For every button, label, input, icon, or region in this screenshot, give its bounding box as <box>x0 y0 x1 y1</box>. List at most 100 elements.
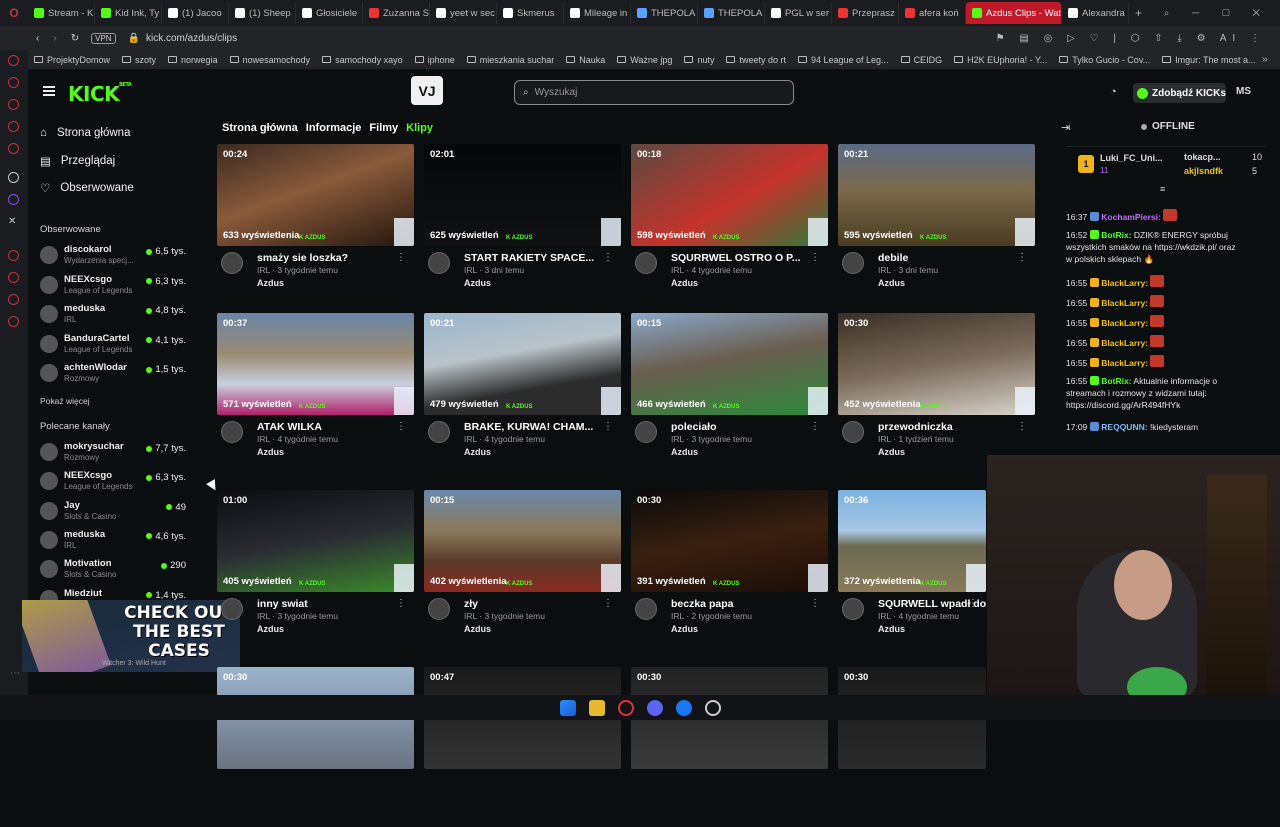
clip-card[interactable]: 00:37 571 wyświetleń K AZDUS ATAK WILKA IRL … <box>217 313 414 473</box>
sidebar-channel[interactable]: Motivation Slots & Casino 290 <box>40 557 190 583</box>
clip-avatar[interactable] <box>428 598 450 620</box>
sidebar-channel[interactable]: NEEXcsgo League of Legends 6,3 tys. <box>40 273 190 299</box>
bookmark[interactable]: H2K EUphoria! - Y... <box>954 55 1047 65</box>
start-icon[interactable] <box>559 699 576 716</box>
clip-title[interactable]: poleciało <box>671 421 821 433</box>
chat-username[interactable]: BotRix: <box>1101 230 1131 240</box>
clip-card[interactable]: 02:01 625 wyświetleń K AZDUS START RAKIETY … <box>424 144 621 304</box>
top-gifter-name[interactable]: tokacp... <box>1184 152 1221 162</box>
browser-tab[interactable]: afera koń <box>899 2 966 24</box>
search-input[interactable]: ⌕ Wyszukaj <box>514 80 794 105</box>
clip-card[interactable]: 00:30 <box>838 667 986 827</box>
window-controls[interactable]: ⌕ ─ ▢ ✕ <box>1164 8 1270 19</box>
x-icon[interactable]: ✕ <box>8 216 16 227</box>
settings-icon[interactable] <box>8 316 19 327</box>
clip-title[interactable]: inny swiat <box>257 598 407 610</box>
clip-channel[interactable]: Azdus <box>878 278 905 288</box>
expand-icon[interactable]: ≡ <box>1160 184 1165 194</box>
browser-tab[interactable]: Głosiciele <box>296 2 363 24</box>
clip-thumbnail[interactable]: 01:00 405 wyświetleń K AZDUS <box>217 490 414 592</box>
chat-username[interactable]: BlackLarry: <box>1101 298 1148 308</box>
bookmark[interactable]: Tylko Gucio - Cov... <box>1059 55 1150 65</box>
bookmark[interactable]: tweety do rt <box>726 55 786 65</box>
clip-card[interactable]: 00:15 466 wyświetleń K AZDUS poleciało IRL ·… <box>631 313 828 473</box>
clip-channel[interactable]: Azdus <box>257 447 284 457</box>
more-options-icon[interactable]: ⋮ <box>1017 421 1027 432</box>
more-options-icon[interactable]: ⋮ <box>603 252 613 263</box>
sidebar-channel[interactable]: mokrysuchar Rozmowy 7,7 tys. <box>40 440 190 466</box>
browser-tab[interactable]: Mileage in <box>564 2 631 24</box>
sidebar-icon[interactable] <box>8 172 19 183</box>
kick-logo[interactable]: KICKBETA <box>68 82 132 106</box>
url-input[interactable]: kick.com/azdus/clips <box>146 33 237 44</box>
clip-card[interactable]: 00:36 372 wyświetlenia K AZDUS SQURWELL wpa… <box>838 490 993 650</box>
ad-banner[interactable]: CHECK OUT THE BEST CASES Witcher 3: Wild… <box>22 600 240 672</box>
clip-card[interactable]: 00:18 598 wyświetleń K AZDUS SQURRWEL OSTRO… <box>631 144 828 304</box>
bookmark[interactable]: Imgur: The most a... <box>1162 55 1256 65</box>
facebook-icon[interactable] <box>675 699 692 716</box>
back-icon[interactable]: ‹ <box>36 33 39 44</box>
clip-channel[interactable]: Azdus <box>464 624 491 634</box>
leader-name[interactable]: Luki_FC_Uni... <box>1100 153 1163 163</box>
browser-tab[interactable]: (1) Sheep <box>229 2 296 24</box>
more-options-icon[interactable]: ⋮ <box>603 421 613 432</box>
chat-username[interactable]: BlackLarry: <box>1101 318 1148 328</box>
bookmark[interactable]: 94 League of Leg... <box>797 55 889 65</box>
more-options-icon[interactable]: ⋮ <box>810 252 820 263</box>
bookmark[interactable]: mieszkania suchar <box>466 55 554 65</box>
sidebar-channel[interactable]: achtenWlodar Rozmowy 1,5 tys. <box>40 361 190 387</box>
bookmark[interactable]: Ważne jpg <box>617 55 672 65</box>
browser-menu-icon[interactable]: O <box>0 0 28 26</box>
bookmark[interactable]: ProjektyDomow <box>34 55 110 65</box>
browser-tab[interactable]: Kid Ink, Ty <box>95 2 162 24</box>
sidebar-icon[interactable] <box>8 77 19 88</box>
menu-icon[interactable] <box>43 86 55 96</box>
discord-icon[interactable] <box>646 699 663 716</box>
clip-title[interactable]: smaży sie loszka? <box>257 252 407 264</box>
bookmark[interactable]: Nauka <box>566 55 605 65</box>
sidebar-icon[interactable] <box>8 294 19 305</box>
opera-icon[interactable] <box>617 699 634 716</box>
clip-title[interactable]: przewodniczka <box>878 421 1028 433</box>
bookmarks-more-icon[interactable]: » <box>1262 54 1268 65</box>
clip-thumbnail[interactable]: 00:18 598 wyświetleń K AZDUS <box>631 144 828 246</box>
clip-thumbnail[interactable]: 00:24 633 wyświetlenia K AZDUS <box>217 144 414 246</box>
clip-avatar[interactable] <box>842 421 864 443</box>
clip-thumbnail[interactable]: 02:01 625 wyświetleń K AZDUS <box>424 144 621 246</box>
more-options-icon[interactable]: ⋮ <box>396 421 406 432</box>
nav-following[interactable]: ♡ Obserwowane <box>40 181 134 195</box>
collapse-chat-icon[interactable]: ⇥ <box>1061 121 1070 134</box>
tab-about[interactable]: Informacje <box>306 122 362 134</box>
browser-tab[interactable]: THEPOLA <box>631 2 698 24</box>
browser-tab[interactable]: THEPOLA <box>698 2 765 24</box>
sidebar-icon[interactable] <box>8 99 19 110</box>
clip-avatar[interactable] <box>635 252 657 274</box>
clip-channel[interactable]: Azdus <box>671 447 698 457</box>
sidebar-channel[interactable]: meduska IRL 4,8 tys. <box>40 302 190 328</box>
more-options-icon[interactable]: ⋮ <box>396 252 406 263</box>
clip-avatar[interactable] <box>221 421 243 443</box>
browser-tab[interactable]: Zuzanna S <box>363 2 430 24</box>
show-more-link[interactable]: Pokaż więcej <box>40 396 90 406</box>
more-options-icon[interactable]: ⋮ <box>1017 252 1027 263</box>
bookmark[interactable]: iphone <box>414 55 455 65</box>
sidebar-icon[interactable] <box>8 250 19 261</box>
sidebar-channel[interactable]: discokarol Wydarzenia specj... 6,5 tys. <box>40 243 190 269</box>
clip-avatar[interactable] <box>221 252 243 274</box>
more-icon[interactable]: ⋯ <box>10 668 20 679</box>
clip-avatar[interactable] <box>221 598 243 620</box>
clip-thumbnail[interactable]: 00:15 402 wyświetlenia K AZDUS <box>424 490 621 592</box>
notifications-icon[interactable]: ◔ <box>1110 86 1117 98</box>
bookmark[interactable]: nuty <box>684 55 714 65</box>
clip-card[interactable]: 00:21 595 wyświetleń K AZDUS debile IRL · 3 … <box>838 144 1035 304</box>
chat-username[interactable]: BlackLarry: <box>1101 278 1148 288</box>
clip-title[interactable]: beczka papa <box>671 598 821 610</box>
chat-username[interactable]: BlackLarry: <box>1101 358 1148 368</box>
clip-channel[interactable]: Azdus <box>257 624 284 634</box>
clip-thumbnail[interactable]: 00:21 595 wyświetleń K AZDUS <box>838 144 1035 246</box>
clip-card[interactable]: 00:30 391 wyświetleń K AZDUS beczka papa IRL… <box>631 490 828 650</box>
browser-tab[interactable]: Azdus Clips - Watc <box>966 2 1062 24</box>
bookmark[interactable]: nowesamochody <box>229 55 310 65</box>
tab-home[interactable]: Strona główna <box>222 122 298 134</box>
more-options-icon[interactable]: ⋮ <box>396 598 406 609</box>
